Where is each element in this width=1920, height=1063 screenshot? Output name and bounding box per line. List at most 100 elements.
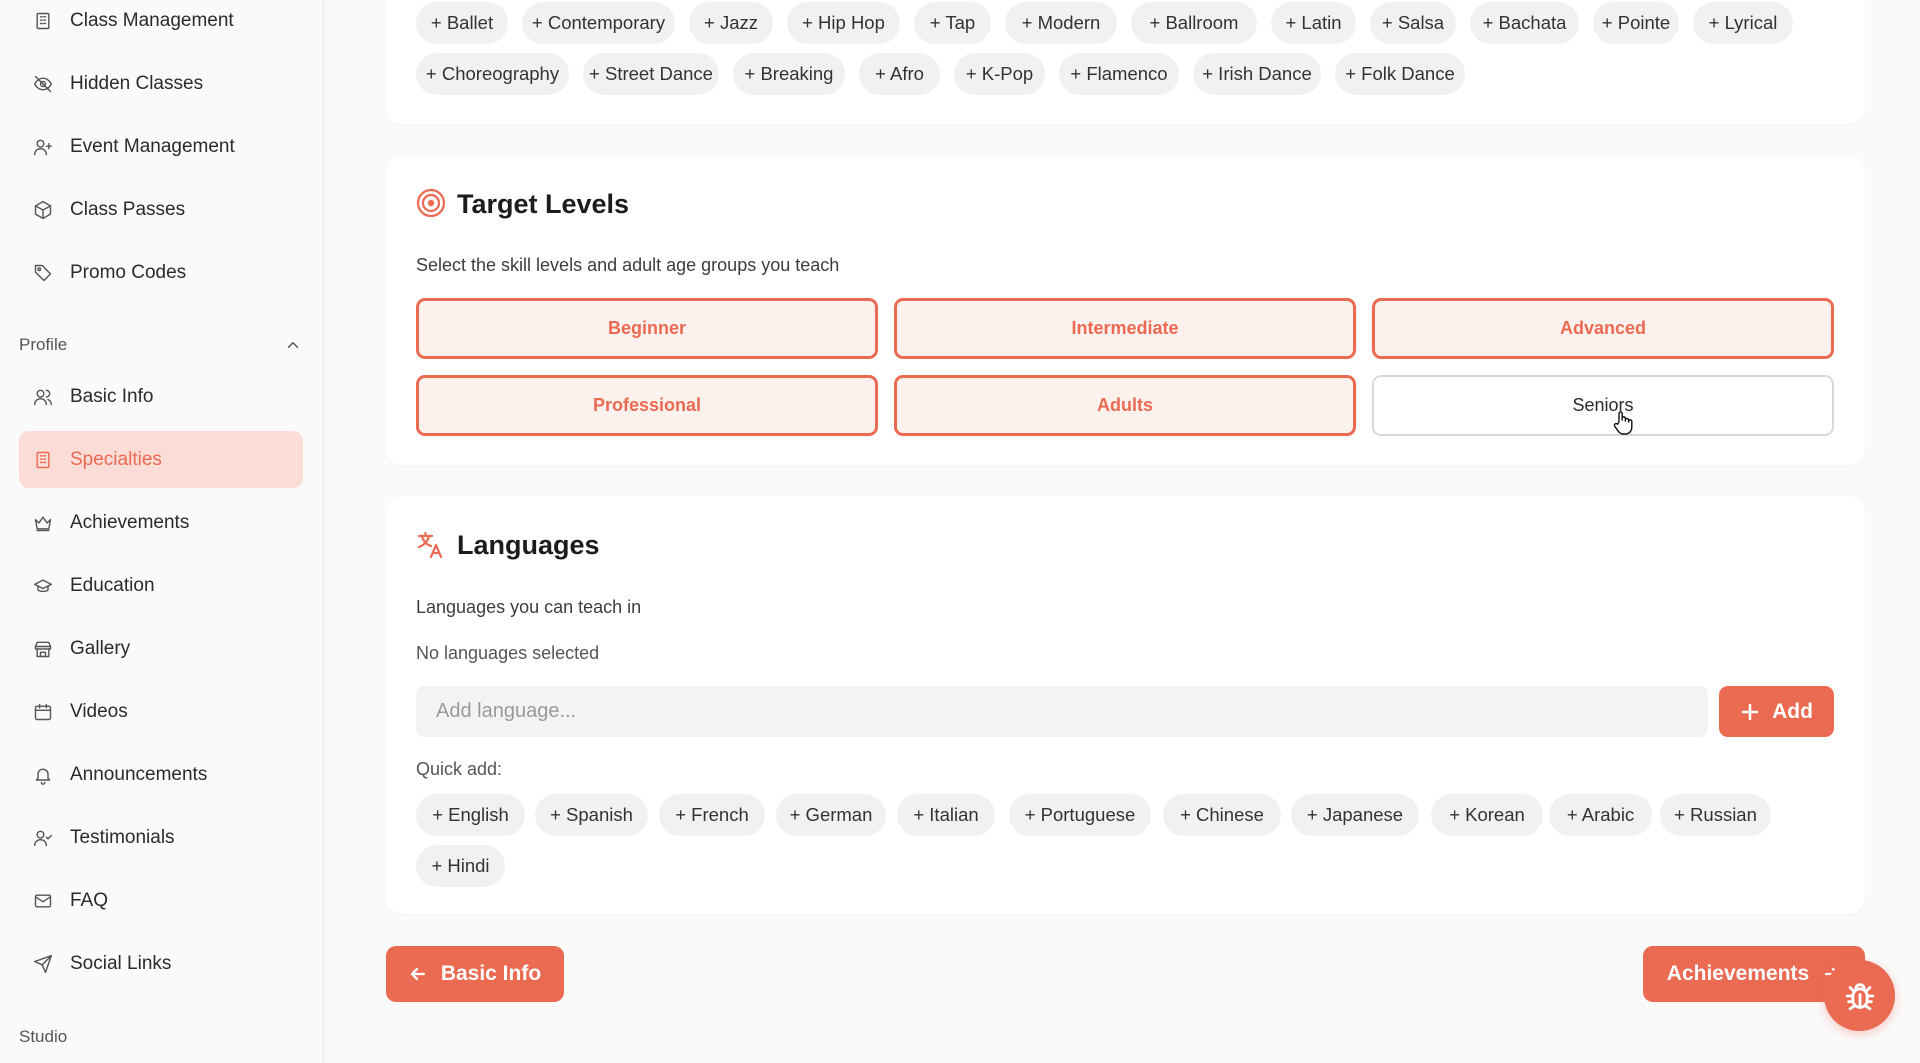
sidebar-section-studio: Studio — [19, 1027, 68, 1046]
style-chip[interactable]: + Street Dance — [583, 53, 719, 95]
crown-icon — [33, 513, 53, 533]
style-chip[interactable]: + Ballet — [416, 2, 508, 44]
sidebar-section-profile: Profile — [19, 335, 68, 354]
sidebar-item-label: Social Links — [70, 952, 172, 974]
language-chip[interactable]: + English — [416, 794, 525, 836]
bug-icon — [1845, 982, 1874, 1010]
building-icon — [33, 450, 53, 470]
users-icon — [33, 387, 53, 407]
languages-title: Languages — [457, 530, 600, 560]
level-beginner-button[interactable]: Beginner — [416, 298, 878, 359]
language-chip[interactable]: + Portuguese — [1009, 794, 1151, 836]
plus-icon — [1741, 703, 1759, 720]
style-chip[interactable]: + Jazz — [689, 2, 773, 44]
bug-report-button[interactable] — [1824, 960, 1895, 1031]
building-icon — [33, 11, 53, 31]
sidebar-item-label: Education — [70, 574, 155, 596]
style-chip[interactable]: + Latin — [1271, 2, 1356, 44]
sidebar-item-education[interactable]: Education — [19, 557, 303, 614]
add-language-button-label: Add — [1772, 699, 1813, 723]
sidebar-item-achievements[interactable]: Achievements — [19, 494, 303, 551]
sidebar-item-announcements[interactable]: Announcements — [19, 746, 303, 803]
calendar-icon — [33, 702, 53, 722]
add-language-button[interactable]: Add — [1719, 686, 1834, 737]
sidebar-item-label: Hidden Classes — [70, 72, 204, 94]
sidebar-item-basic-info[interactable]: Basic Info — [19, 368, 303, 425]
level-professional-button[interactable]: Professional — [416, 375, 878, 436]
style-chip[interactable]: + Modern — [1005, 2, 1117, 44]
language-chip[interactable]: + Spanish — [535, 794, 648, 836]
sidebar-item-event-management[interactable]: Event Management — [19, 118, 303, 175]
sidebar-item-class-management[interactable]: Class Management — [19, 0, 303, 49]
user-plus-icon — [33, 137, 53, 157]
level-seniors-button[interactable]: Seniors — [1372, 375, 1834, 436]
user-check-icon — [33, 828, 53, 848]
language-chip[interactable]: + Korean — [1431, 794, 1543, 836]
language-chip[interactable]: + Japanese — [1291, 794, 1419, 836]
style-chip[interactable]: + Tap — [914, 2, 991, 44]
translate-icon — [416, 530, 446, 560]
mail-icon — [33, 891, 53, 911]
level-advanced-button[interactable]: Advanced — [1372, 298, 1834, 359]
sidebar-item-faq[interactable]: FAQ — [19, 872, 303, 929]
sidebar-item-social-links[interactable]: Social Links — [19, 935, 303, 992]
language-chip[interactable]: + French — [659, 794, 765, 836]
sidebar-item-specialties[interactable]: Specialties — [19, 431, 303, 488]
style-chip[interactable]: + K-Pop — [954, 53, 1045, 95]
send-icon — [33, 954, 53, 974]
prev-basic-info-button[interactable]: Basic Info — [386, 946, 564, 1002]
target-levels-card: Target Levels Select the skill levels an… — [386, 156, 1865, 465]
prev-button-label: Basic Info — [440, 962, 542, 985]
store-icon — [33, 639, 53, 659]
sidebar-item-label: Gallery — [70, 637, 131, 659]
style-chip[interactable]: + Ballroom — [1131, 2, 1257, 44]
hand-cursor-icon — [1613, 411, 1633, 435]
language-chip[interactable]: + Russian — [1660, 794, 1771, 836]
style-chip[interactable]: + Salsa — [1370, 2, 1456, 44]
dance-styles-card: + Ballet + Contemporary + Jazz + Hip Hop… — [386, 0, 1865, 124]
target-levels-title: Target Levels — [457, 189, 630, 219]
target-icon — [416, 188, 446, 218]
style-chip[interactable]: + Bachata — [1470, 2, 1579, 44]
sidebar-item-label: Basic Info — [70, 385, 154, 407]
language-chip[interactable]: + German — [776, 794, 886, 836]
style-chip[interactable]: + Irish Dance — [1193, 53, 1321, 95]
sidebar-item-gallery[interactable]: Gallery — [19, 620, 303, 677]
arrow-left-icon — [410, 967, 425, 981]
sidebar-item-label: Specialties — [70, 448, 162, 470]
language-chip[interactable]: + Hindi — [416, 845, 505, 887]
sidebar-item-label: Announcements — [70, 763, 208, 785]
style-chip[interactable]: + Choreography — [416, 53, 569, 95]
style-chip[interactable]: + Pointe — [1593, 2, 1679, 44]
no-languages-text: No languages selected — [416, 643, 600, 663]
sidebar-item-testimonials[interactable]: Testimonials — [19, 809, 303, 866]
style-chip[interactable]: + Hip Hop — [787, 2, 900, 44]
sidebar-item-class-passes[interactable]: Class Passes — [19, 181, 303, 238]
sidebar-item-label: Testimonials — [70, 826, 175, 848]
style-chip[interactable]: + Breaking — [733, 53, 845, 95]
sidebar-item-hidden-classes[interactable]: Hidden Classes — [19, 55, 303, 112]
sidebar-item-label: Achievements — [70, 511, 190, 533]
level-adults-button[interactable]: Adults — [894, 375, 1356, 436]
tag-icon — [33, 263, 53, 283]
target-levels-subtitle: Select the skill levels and adult age gr… — [416, 255, 840, 275]
language-chip[interactable]: + Chinese — [1163, 794, 1281, 836]
style-chip[interactable]: + Afro — [859, 53, 940, 95]
sidebar-item-videos[interactable]: Videos — [19, 683, 303, 740]
style-chip[interactable]: + Folk Dance — [1335, 53, 1465, 95]
sidebar-item-label: FAQ — [70, 889, 109, 911]
level-intermediate-button[interactable]: Intermediate — [894, 298, 1356, 359]
bell-icon — [33, 765, 53, 785]
sidebar-item-promo-codes[interactable]: Promo Codes — [19, 244, 303, 301]
add-language-input[interactable] — [416, 686, 1708, 737]
style-chip[interactable]: + Lyrical — [1693, 2, 1793, 44]
chevron-up-icon[interactable] — [284, 336, 302, 354]
sidebar: Class Management Hidden Classes Event Ma… — [0, 0, 324, 1063]
language-chip[interactable]: + Italian — [897, 794, 995, 836]
language-chip[interactable]: + Arabic — [1549, 794, 1652, 836]
sidebar-item-label: Class Passes — [70, 198, 186, 220]
style-chip[interactable]: + Contemporary — [522, 2, 675, 44]
style-chip[interactable]: + Flamenco — [1059, 53, 1179, 95]
next-button-label: Achievements — [1666, 962, 1810, 985]
package-icon — [33, 200, 53, 220]
